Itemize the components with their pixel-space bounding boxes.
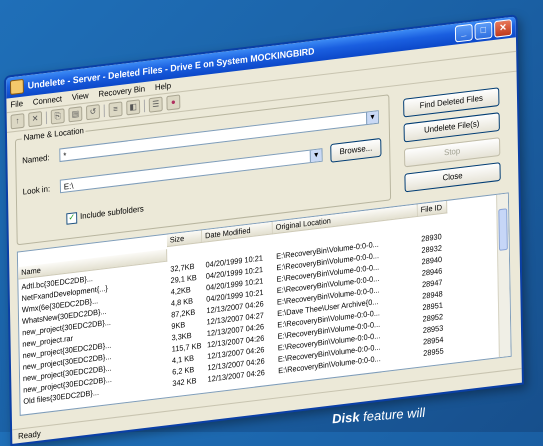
menu-connect[interactable]: Connect (33, 94, 62, 107)
list-view-icon[interactable]: ☰ (148, 96, 163, 113)
browse-button[interactable]: Browse... (330, 137, 382, 163)
column-header-size[interactable]: Size (166, 230, 203, 248)
menu-help[interactable]: Help (155, 81, 171, 92)
close-button[interactable]: Close (404, 162, 501, 193)
minimize-button[interactable]: _ (454, 23, 473, 43)
caption-bold: Disk (331, 409, 361, 427)
cell-id: 28955 (423, 346, 444, 358)
properties-icon[interactable]: ◧ (126, 99, 141, 116)
include-subfolders-label: Include subfolders (80, 204, 144, 222)
toolbar-separator (103, 104, 105, 118)
undelete-window: Undelete - Server - Deleted Files - Driv… (4, 14, 524, 446)
scrollbar-thumb[interactable] (498, 208, 508, 251)
undelete-icon[interactable]: ↺ (86, 104, 100, 121)
maximize-button[interactable]: □ (474, 21, 493, 41)
delete-icon[interactable]: ✕ (28, 111, 43, 128)
details-view-icon[interactable]: ≡ (108, 101, 123, 118)
named-value: * (63, 150, 67, 161)
lookin-value: E:\ (63, 181, 74, 192)
include-subfolders-checkbox[interactable]: ✓ (66, 212, 78, 225)
column-header-file-id[interactable]: File ID (417, 200, 448, 217)
vertical-scrollbar[interactable] (496, 193, 511, 358)
chevron-down-icon[interactable]: ▼ (309, 149, 322, 163)
save-icon[interactable]: ▤ (68, 106, 83, 123)
close-window-button[interactable]: ✕ (494, 19, 512, 38)
menu-file[interactable]: File (10, 99, 23, 110)
lookin-label: Look in: (22, 184, 51, 197)
toolbar-separator (45, 111, 48, 125)
caption: Disk feature will (332, 405, 426, 426)
app-icon (9, 78, 24, 96)
caption-rest: feature will (358, 404, 426, 425)
folder-up-icon[interactable]: ↑ (10, 113, 25, 130)
chevron-down-icon[interactable]: ▼ (366, 111, 378, 125)
named-label: Named: (22, 152, 50, 166)
help-icon[interactable]: ● (166, 94, 181, 111)
toolbar-separator (143, 99, 146, 113)
menu-view[interactable]: View (72, 91, 89, 102)
copy-icon[interactable]: ⎘ (50, 108, 65, 125)
column-header-date[interactable]: Date Modified (202, 221, 273, 243)
